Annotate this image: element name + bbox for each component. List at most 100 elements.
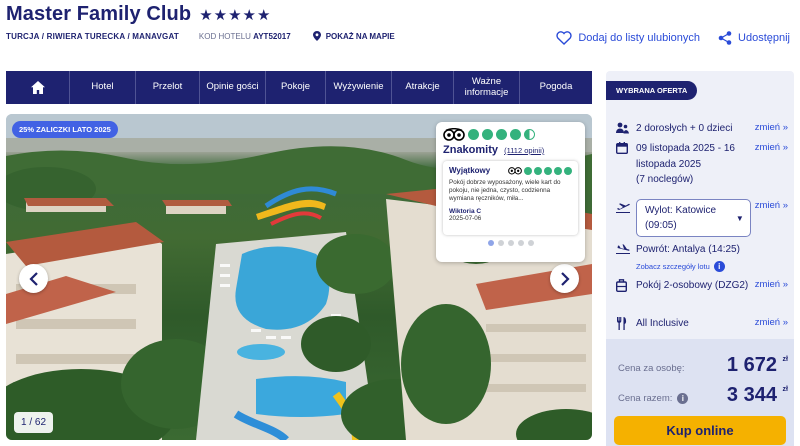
price-info-icon[interactable]: i	[677, 393, 689, 404]
plane-landing-icon	[616, 242, 636, 260]
tab-board[interactable]: Wyżywienie	[326, 71, 392, 104]
price-total: 3 344 zł	[727, 384, 788, 407]
change-dates-link[interactable]: zmień »	[755, 141, 788, 188]
tripadvisor-owl-icon	[443, 128, 465, 141]
photo-gallery[interactable]: 25% ZALICZKI LATO 2025 1 / 62 Znakomity …	[6, 114, 592, 440]
review-pager-dot[interactable]	[527, 240, 534, 246]
rating-dot	[482, 129, 493, 140]
dates-row: 09 listopada 2025 - 16 listopada 2025 (7…	[615, 141, 788, 188]
add-to-favorites-label: Dodaj do listy ulubionych	[578, 32, 701, 44]
rating-dot	[564, 166, 572, 175]
tripadvisor-review-card[interactable]: Znakomity (1112 opinii) Wyjątkowy Pokój …	[436, 122, 585, 262]
caret-down-icon: ▼	[735, 214, 744, 223]
change-travelers-link[interactable]: zmień »	[755, 121, 788, 140]
review-pager-dot[interactable]	[507, 240, 514, 246]
review-text: Pokój dobrze wyposażony, wiele kart do p…	[449, 179, 561, 203]
change-board-link[interactable]: zmień »	[755, 316, 788, 336]
rating-dot-half	[524, 129, 535, 140]
departure-time: (09:05)	[645, 220, 677, 231]
nights-value: (7 nocleg­ów)	[636, 174, 694, 185]
plane-takeoff-icon	[616, 199, 636, 237]
share-label: Udostępnij	[738, 32, 790, 44]
flight-details-label: Zobacz szczegóły lotu	[636, 262, 710, 271]
price-total-label-group: Cena razem: i	[618, 393, 689, 404]
selected-offer-tag: WYBRANA OFERTA	[606, 81, 698, 100]
tab-home[interactable]	[6, 71, 70, 104]
meta-row: TURCJA / RIWIERA TURECKA / MANAVGAT KOD …	[6, 31, 395, 41]
hotel-tabs-nav: Hotel Przelot Opinie gości Pokoje Wyżywi…	[6, 71, 592, 104]
buy-online-button[interactable]: Kup online	[614, 416, 786, 445]
review-rating	[508, 166, 572, 175]
travelers-row: 2 dorosłych + 0 dzieci zmień »	[616, 121, 788, 140]
gallery-next-button[interactable]	[550, 264, 579, 293]
tripadvisor-rating	[443, 128, 578, 141]
tab-weather[interactable]: Pogoda	[520, 71, 592, 104]
hotel-name: Master Family Club	[6, 3, 192, 25]
departure-row: Wylot: Katowice (09:05) ▼ zmień »	[616, 199, 788, 237]
share-button[interactable]: Udostępnij	[718, 31, 790, 45]
tab-attractions[interactable]: Atrakcje	[392, 71, 454, 104]
tab-rooms[interactable]: Pokoje	[266, 71, 326, 104]
breadcrumb[interactable]: TURCJA / RIWIERA TURECKA / MANAVGAT	[6, 32, 179, 41]
travelers-value: 2 dorosłych + 0 dzieci	[636, 123, 733, 134]
rating-dot	[510, 129, 521, 140]
tripadvisor-owl-icon	[508, 167, 522, 175]
price-total-row: Cena razem: i 3 344 zł	[618, 384, 788, 407]
selected-offer-panel: WYBRANA OFERTA 2 dorosłych + 0 dzieci zm…	[606, 71, 794, 446]
price-per-person: 1 672 zł	[727, 354, 788, 377]
hotel-code-label: KOD HOTELU	[198, 31, 251, 41]
departure-airport-select[interactable]: Wylot: Katowice (09:05) ▼	[636, 199, 751, 237]
room-row: Pokój 2-osobowy (DZG2) zmień »	[615, 278, 788, 298]
return-value: Powrót: Antalya (14:25)	[636, 244, 740, 255]
tab-flight[interactable]: Przelot	[136, 71, 200, 104]
change-flight-link[interactable]: zmień »	[755, 199, 788, 237]
show-on-map-label: POKAŻ NA MAPIE	[325, 31, 395, 41]
hotel-code: KOD HOTELU AYT52017	[199, 32, 291, 41]
chevron-right-icon	[560, 271, 570, 286]
dates-value: 09 listopada 2025 - 16 listopada 2025	[636, 143, 735, 170]
people-icon	[616, 121, 636, 140]
price-total-value: 3 344	[726, 384, 777, 406]
rating-word: Znakomity	[443, 144, 499, 156]
title-row: Master Family Club ★★★★★	[6, 3, 271, 26]
calendar-icon	[615, 141, 636, 188]
rating-dot	[468, 129, 479, 140]
header-actions: Dodaj do listy ulubionych Udostępnij	[556, 31, 790, 45]
star-rating: ★★★★★	[199, 6, 272, 24]
price-per-person-value: 1 672	[726, 354, 777, 376]
show-on-map-link[interactable]: POKAŻ NA MAPIE	[312, 31, 395, 41]
review-pager-dot[interactable]	[497, 240, 504, 246]
change-room-link[interactable]: zmień »	[755, 278, 788, 298]
review-author: Wiktoria C	[449, 207, 482, 215]
info-icon: i	[713, 261, 725, 272]
suitcase-icon	[615, 278, 636, 298]
review-count-link[interactable]: (1112 opinii)	[504, 146, 544, 155]
currency: zł	[782, 386, 788, 393]
tab-important-info[interactable]: Ważne informacje	[454, 71, 520, 104]
currency: zł	[782, 356, 788, 363]
add-to-favorites-button[interactable]: Dodaj do listy ulubionych	[556, 31, 700, 45]
home-icon	[30, 81, 45, 94]
rating-dot	[496, 129, 507, 140]
chevron-left-icon	[28, 271, 38, 286]
review-snippet: Wyjątkowy Pokój dobrze wyposażony, wiele…	[443, 161, 578, 235]
promo-badge: 25% ZALICZKI LATO 2025	[12, 121, 118, 138]
departure-value: Wylot: Katowice	[645, 205, 717, 216]
review-pager-dot[interactable]	[517, 240, 524, 246]
heart-icon	[556, 31, 572, 45]
rating-summary: Znakomity (1112 opinii)	[443, 144, 578, 156]
price-per-person-label: Cena za osobę:	[618, 363, 685, 374]
flight-details-link[interactable]: Zobacz szczegóły lotu i	[636, 261, 725, 272]
gallery-prev-button[interactable]	[19, 264, 48, 293]
price-per-person-row: Cena za osobę: 1 672 zł	[618, 354, 788, 377]
rating-dot	[554, 166, 562, 175]
review-pager-dot[interactable]	[487, 240, 494, 246]
price-total-label: Cena razem:	[618, 393, 673, 404]
review-header: Wyjątkowy	[449, 166, 572, 175]
tab-hotel[interactable]: Hotel	[70, 71, 136, 104]
board-value: All Inclusive	[636, 318, 689, 329]
rating-dot	[544, 166, 552, 175]
review-title: Wyjątkowy	[449, 166, 491, 175]
tab-reviews[interactable]: Opinie gości	[200, 71, 266, 104]
photo-counter: 1 / 62	[14, 412, 54, 433]
